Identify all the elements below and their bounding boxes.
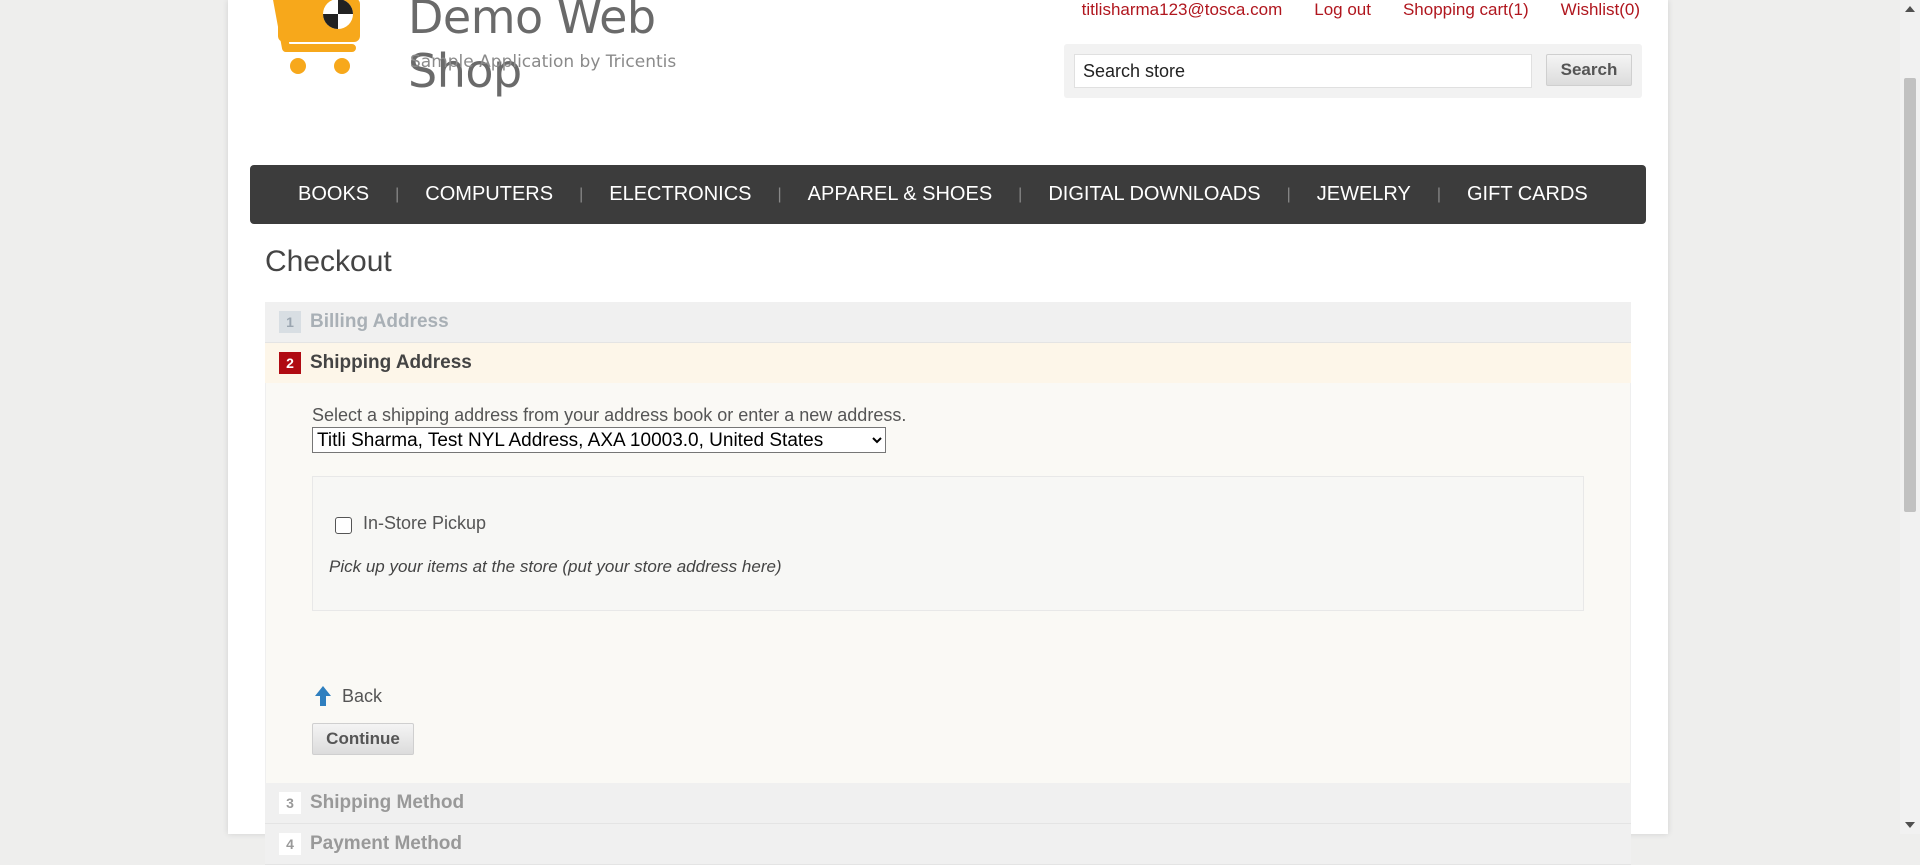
nav-item-digital-downloads[interactable]: DIGITAL DOWNLOADS: [1022, 183, 1286, 206]
step-shipping-method: 3 Shipping Method: [265, 783, 1631, 824]
step-title: Billing Address: [310, 311, 449, 332]
step-billing-address[interactable]: 1 Billing Address: [265, 302, 1631, 343]
account-link[interactable]: titlisharma123@tosca.com: [1082, 0, 1283, 20]
step-number: 3: [279, 792, 301, 814]
shipping-address-panel: Select a shipping address from your addr…: [265, 383, 1631, 783]
in-store-pickup-label[interactable]: In-Store Pickup: [363, 513, 486, 534]
page-container: Demo Web Shop Sample Application by Tric…: [228, 0, 1668, 865]
nav-item-apparel-shoes[interactable]: APPAREL & SHOES: [782, 183, 1019, 206]
in-store-pickup-box: In-Store Pickup Pick up your items at th…: [312, 476, 1584, 611]
site-logo[interactable]: Demo Web Shop Sample Application by Tric…: [258, 0, 718, 98]
nav-item-electronics[interactable]: ELECTRONICS: [583, 183, 777, 206]
in-store-pickup-checkbox[interactable]: [335, 517, 352, 534]
logo-subtitle: Sample Application by Tricentis: [410, 52, 677, 72]
nav-item-computers[interactable]: COMPUTERS: [399, 183, 579, 206]
page-title: Checkout: [265, 245, 392, 278]
search-button[interactable]: Search: [1546, 54, 1632, 86]
nav-item-books[interactable]: BOOKS: [250, 183, 395, 206]
nav-item-jewelry[interactable]: JEWELRY: [1291, 183, 1437, 206]
nav-item-gift-cards[interactable]: GIFT CARDS: [1441, 183, 1614, 206]
step-number: 2: [279, 352, 301, 374]
logo-title: Demo Web Shop: [408, 0, 656, 98]
step-title: Payment Method: [310, 833, 463, 854]
step-title: Shipping Method: [310, 792, 465, 813]
step-number: 1: [279, 311, 301, 333]
shipping-address-instruction: Select a shipping address from your addr…: [312, 405, 907, 425]
step-shipping-address: 2 Shipping Address: [265, 343, 1631, 383]
scroll-down-arrow-icon[interactable]: [1905, 822, 1915, 828]
wishlist-link[interactable]: Wishlist(0): [1561, 0, 1640, 20]
in-store-pickup-description: Pick up your items at the store (put you…: [329, 557, 782, 576]
step-title: Shipping Address: [310, 352, 472, 373]
continue-button[interactable]: Continue: [312, 723, 414, 755]
step-payment-method: 4 Payment Method: [265, 824, 1631, 865]
scroll-thumb[interactable]: [1904, 78, 1916, 512]
logout-link[interactable]: Log out: [1314, 0, 1371, 20]
back-link[interactable]: Back: [314, 685, 382, 707]
step-number: 4: [279, 833, 301, 855]
search-input[interactable]: [1074, 54, 1532, 88]
shopping-cart-link[interactable]: Shopping cart(1): [1403, 0, 1529, 20]
top-menu: BOOKS | COMPUTERS | ELECTRONICS | APPARE…: [250, 165, 1646, 224]
header-links: titlisharma123@tosca.com Log out Shoppin…: [1082, 0, 1640, 20]
arrow-up-icon: [315, 686, 331, 706]
scroll-up-arrow-icon[interactable]: [1905, 6, 1915, 12]
shopping-cart-icon: [273, 0, 360, 74]
search-box: Search: [1064, 44, 1642, 98]
shipping-address-select[interactable]: Titli Sharma, Test NYL Address, AXA 1000…: [312, 427, 886, 453]
back-label: Back: [342, 685, 383, 706]
page-scrollbar[interactable]: [1900, 0, 1920, 834]
checkout-steps: 1 Billing Address 2 Shipping Address Sel…: [265, 302, 1631, 865]
